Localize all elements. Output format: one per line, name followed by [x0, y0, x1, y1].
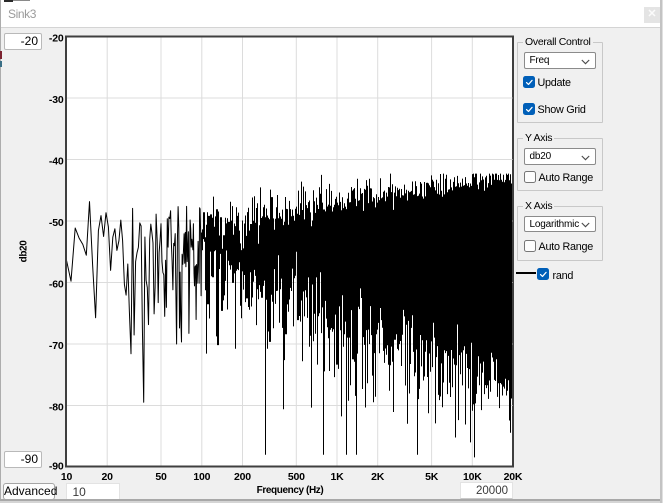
svg-text:-40: -40 — [49, 155, 64, 167]
svg-text:500: 500 — [288, 471, 305, 483]
svg-text:-60: -60 — [49, 278, 64, 290]
svg-text:-70: -70 — [49, 340, 64, 352]
svg-text:20: 20 — [102, 471, 114, 483]
svg-text:10: 10 — [61, 471, 73, 483]
svg-text:1K: 1K — [330, 471, 344, 483]
svg-text:200: 200 — [234, 471, 251, 483]
svg-text:50: 50 — [155, 471, 167, 483]
svg-text:db20: db20 — [19, 240, 30, 263]
svg-text:100: 100 — [193, 471, 210, 483]
svg-text:-50: -50 — [49, 217, 64, 229]
svg-text:-80: -80 — [49, 401, 64, 413]
svg-text:-30: -30 — [49, 94, 64, 106]
svg-text:-20: -20 — [49, 32, 64, 44]
svg-text:Frequency (Hz): Frequency (Hz) — [257, 485, 324, 496]
svg-text:5K: 5K — [425, 471, 439, 483]
svg-text:2K: 2K — [371, 471, 385, 483]
